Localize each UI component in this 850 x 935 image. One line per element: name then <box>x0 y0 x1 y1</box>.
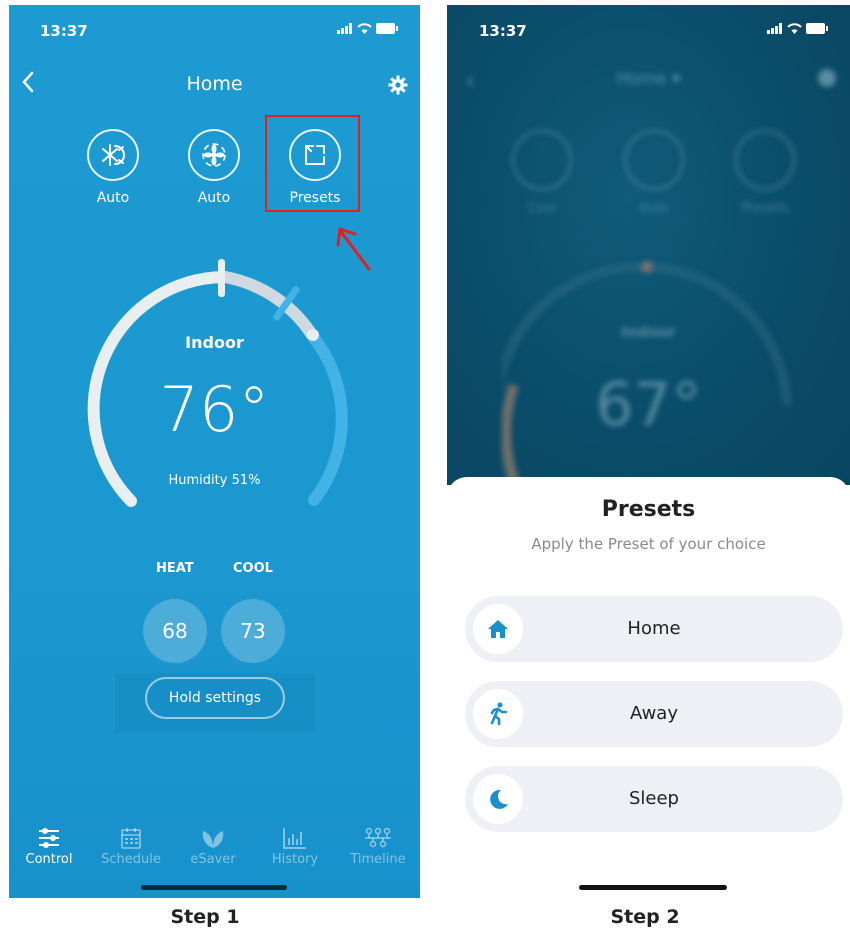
gear-icon <box>818 69 836 87</box>
preset-away-button[interactable]: Away <box>465 681 843 747</box>
mode-label: Auto <box>96 190 130 206</box>
nav-tab-control[interactable]: Control <box>9 825 89 867</box>
heat-handle[interactable] <box>218 259 225 297</box>
cool-label: COOL <box>233 561 273 576</box>
status-icons <box>337 23 398 34</box>
sheet-subtitle: Apply the Preset of your choice <box>531 535 766 553</box>
snow-sun-icon <box>102 144 125 166</box>
timeline-icon <box>365 827 391 848</box>
humidity-readout: Humidity 51% <box>168 473 261 488</box>
nav-label: Schedule <box>101 852 161 867</box>
fan-icon <box>202 143 226 167</box>
nav-tab-schedule[interactable]: Schedule <box>91 825 171 867</box>
calendar-icon <box>121 828 141 849</box>
page-title: Home <box>186 73 243 95</box>
nav-label: eSaver <box>190 852 236 867</box>
indoor-label: Indoor <box>620 323 676 341</box>
status-time: 13:37 <box>479 22 527 40</box>
control-icon <box>39 828 59 848</box>
heat-label: HEAT <box>156 561 194 576</box>
mode-label: Auto <box>638 201 670 216</box>
step2-caption: Step 2 <box>610 906 680 928</box>
chart-icon <box>283 828 306 849</box>
page-title: Home ▾ <box>616 69 681 89</box>
nav-label: Timeline <box>350 852 406 867</box>
leaf-icon <box>202 831 224 848</box>
nav-label: Control <box>25 852 73 867</box>
mode-circle <box>512 130 572 190</box>
hold-settings-button[interactable]: Hold settings <box>145 677 285 719</box>
nav-label: History <box>271 852 319 867</box>
gear-icon <box>388 75 408 95</box>
mode-label: Presets <box>741 201 789 216</box>
preset-label: Home <box>627 618 681 639</box>
indoor-label: Indoor <box>185 333 244 352</box>
mode-circle <box>735 130 795 190</box>
preset-label: Sleep <box>628 788 679 809</box>
mode-circle <box>188 129 240 181</box>
phone-screen-step2: 13:37 ‹ Home ▾ Cool Auto Presets Indoor … <box>447 5 850 898</box>
current-temperature: 76° <box>159 373 270 446</box>
highlight-box <box>265 115 360 212</box>
preset-home-button[interactable]: Home <box>465 596 843 662</box>
step1-caption: Step 1 <box>170 906 240 928</box>
settings-button[interactable] <box>388 75 408 99</box>
home-indicator <box>141 885 287 890</box>
current-temperature: 67° <box>595 370 702 440</box>
nav-tab-history[interactable]: History <box>255 825 335 867</box>
mode-circle <box>624 130 684 190</box>
cool-setpoint-button[interactable]: 73 <box>221 599 285 663</box>
mode-label: Auto <box>197 190 231 206</box>
wifi-icon <box>787 23 802 34</box>
sheet-title: Presets <box>601 497 696 522</box>
status-time: 13:37 <box>40 22 88 40</box>
nav-tab-timeline[interactable]: Timeline <box>338 825 418 867</box>
battery-icon <box>806 23 828 34</box>
status-icons <box>767 23 828 34</box>
home-indicator <box>579 885 727 890</box>
heat-setpoint-button[interactable]: 68 <box>143 599 207 663</box>
preset-label: Away <box>630 703 678 724</box>
phone-screen-step1: 13:37 Home Auto Auto Presets Indoor 76° … <box>9 5 420 898</box>
wifi-icon <box>357 23 372 34</box>
signal-icon <box>337 23 352 34</box>
nav-tab-esaver[interactable]: eSaver <box>173 825 253 867</box>
mode-label: Cool <box>527 201 557 216</box>
mode-button-system[interactable]: Auto <box>73 129 153 206</box>
signal-icon <box>767 23 782 34</box>
mode-button-fan[interactable]: Auto <box>174 129 254 206</box>
mode-circle <box>87 129 139 181</box>
preset-sleep-button[interactable]: Sleep <box>465 766 843 832</box>
battery-icon <box>376 23 398 34</box>
